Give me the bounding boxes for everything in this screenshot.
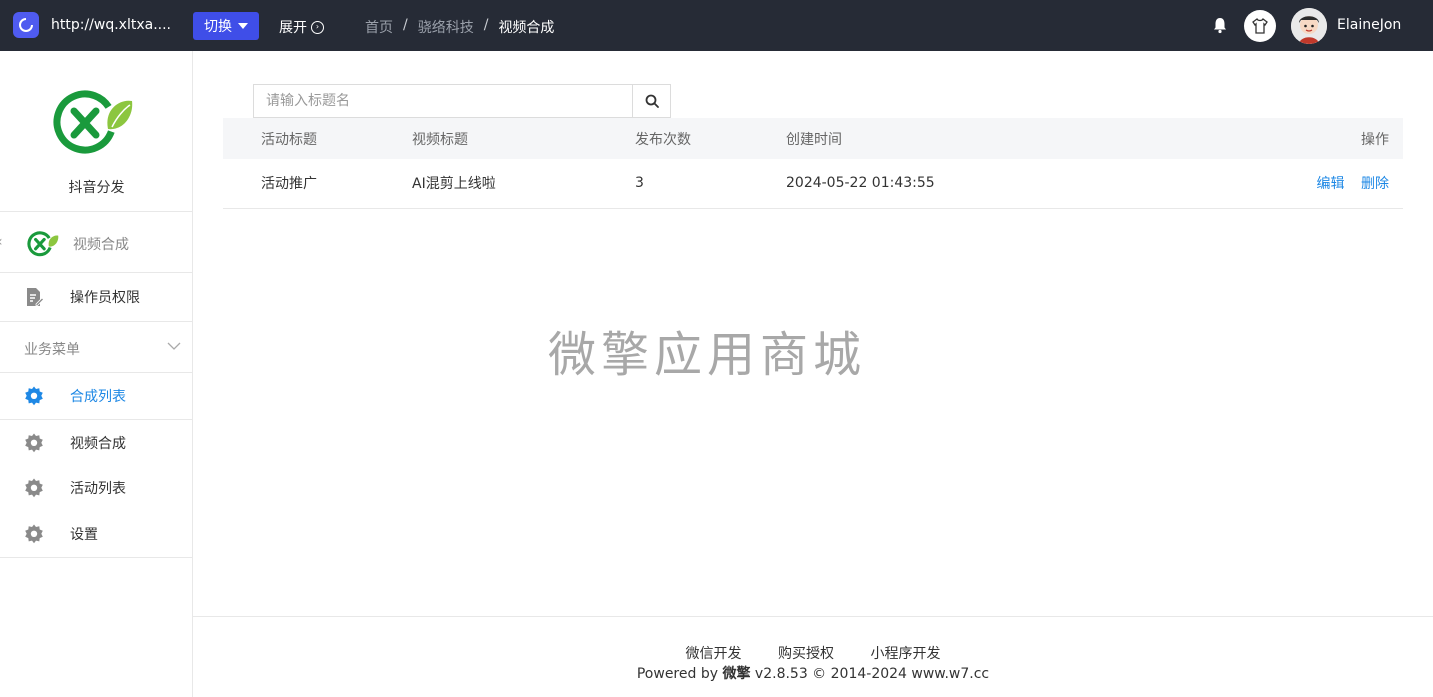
footer-link-miniprogram-dev[interactable]: 小程序开发 <box>870 646 940 662</box>
sidebar-item-label: 视频合成 <box>70 435 126 452</box>
footer-links: 微信开发 购买授权 小程序开发 <box>193 643 1433 663</box>
sidebar-item-settings[interactable]: 设置 <box>0 511 193 557</box>
sidebar-item-activity-list[interactable]: 活动列表 <box>0 465 193 511</box>
sidebar-item-video-synthesis[interactable]: 视频合成 <box>0 419 193 465</box>
bell-icon[interactable] <box>1211 16 1229 34</box>
breadcrumb-separator: / <box>403 17 408 33</box>
chevron-left-icon[interactable]: ‹ <box>0 234 3 250</box>
column-header-activity-title: 活动标题 <box>261 131 317 148</box>
sidebar-item-synthesis-list[interactable]: 合成列表 <box>0 373 193 419</box>
switch-label: 切换 <box>204 19 232 35</box>
expand-label: 展开 <box>279 20 307 36</box>
delete-link[interactable]: 删除 <box>1361 176 1389 192</box>
app-logo-icon[interactable] <box>13 12 39 38</box>
section-label: 业务菜单 <box>24 342 80 358</box>
gear-icon <box>25 433 43 452</box>
edit-link[interactable]: 编辑 <box>1317 176 1345 192</box>
footer: 微信开发 购买授权 小程序开发 Powered by 微擎 v2.8.53 © … <box>193 616 1433 697</box>
watermark: 微擎应用商城 <box>548 327 867 383</box>
breadcrumb: 首页 / 骁络科技 / 视频合成 <box>365 17 554 37</box>
main-content: 活动标题 视频标题 发布次数 创建时间 操作 活动推广 AI混剪上线啦 3 20… <box>193 51 1433 697</box>
column-header-publish-count: 发布次数 <box>635 131 691 148</box>
brand-name: 抖音分发 <box>68 180 125 196</box>
footer-link-buy-license[interactable]: 购买授权 <box>778 646 834 662</box>
divider <box>0 557 193 558</box>
sidebar-item-operator-permission[interactable]: 操作员权限 <box>0 273 193 322</box>
synthesis-table: 活动标题 视频标题 发布次数 创建时间 操作 活动推广 AI混剪上线啦 3 20… <box>223 118 1403 209</box>
column-header-created-at: 创建时间 <box>786 131 842 148</box>
cell-video-title: AI混剪上线啦 <box>412 176 496 193</box>
breadcrumb-company[interactable]: 骁络科技 <box>418 17 474 37</box>
module-name: 视频合成 <box>73 237 129 253</box>
breadcrumb-home[interactable]: 首页 <box>365 17 393 37</box>
search-icon <box>645 94 659 108</box>
expand-button[interactable]: 展开 › <box>279 17 324 37</box>
breadcrumb-current: 视频合成 <box>498 20 555 36</box>
table-header-row: 活动标题 视频标题 发布次数 创建时间 操作 <box>223 118 1403 159</box>
table-row: 活动推广 AI混剪上线啦 3 2024-05-22 01:43:55 编辑 删除 <box>223 159 1403 208</box>
chevron-right-circle-icon: › <box>311 20 324 34</box>
cell-created-at: 2024-05-22 01:43:55 <box>786 175 935 192</box>
search-bar <box>253 84 671 118</box>
search-input[interactable] <box>254 85 632 117</box>
username[interactable]: ElaineJon <box>1337 17 1401 33</box>
brand-logo-icon <box>53 90 133 154</box>
module-switch[interactable]: ‹ 视频合成 <box>0 212 193 273</box>
powered-by: Powered by 微擎 v2.8.53 © 2014-2024 www.w7… <box>193 663 1433 683</box>
breadcrumb-separator: / <box>483 17 489 33</box>
sidebar: 抖音分发 ‹ 视频合成 操作员权限 业务菜单 合成列表 <box>0 51 193 697</box>
search-button[interactable] <box>632 85 670 117</box>
powered-suffix: v2.8.53 © 2014-2024 www.w7.cc <box>754 666 990 682</box>
theme-shirt-icon[interactable] <box>1244 10 1276 42</box>
cell-activity-title: 活动推广 <box>261 176 317 193</box>
avatar[interactable] <box>1291 8 1327 44</box>
sidebar-item-label: 活动列表 <box>70 481 126 497</box>
chevron-down-icon <box>167 342 181 350</box>
brand-block: 抖音分发 <box>0 51 193 212</box>
site-url: http://wq.xltxa.... <box>51 17 172 33</box>
footer-link-wechat-dev[interactable]: 微信开发 <box>686 646 742 662</box>
gear-icon <box>25 386 43 406</box>
module-logo-icon <box>27 231 59 257</box>
document-edit-icon <box>27 288 44 306</box>
cell-publish-count: 3 <box>635 175 644 192</box>
sidebar-item-label: 合成列表 <box>70 389 126 405</box>
cell-actions: 编辑 删除 <box>1086 159 1403 208</box>
sidebar-item-label: 设置 <box>70 527 98 543</box>
top-bar: http://wq.xltxa.... 切换 展开 › 首页 / 骁络科技 / … <box>0 0 1433 51</box>
switch-button[interactable]: 切换 <box>193 12 259 40</box>
column-header-actions: 操作 <box>1361 131 1389 148</box>
gear-icon <box>25 478 43 498</box>
column-header-video-title: 视频标题 <box>412 131 468 148</box>
powered-brand: 微擎 <box>722 666 751 682</box>
gear-icon <box>25 524 43 544</box>
caret-down-icon <box>238 23 248 29</box>
business-menu-toggle[interactable]: 业务菜单 <box>0 322 193 373</box>
sidebar-item-label: 操作员权限 <box>70 290 140 306</box>
powered-prefix: Powered by <box>636 666 719 682</box>
